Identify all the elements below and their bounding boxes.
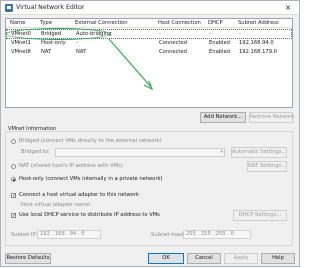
header-external[interactable]: External Connection [75,20,128,26]
table-row-vmnet8[interactable]: VMnet8 NAT NAT Connected Enabled 192.168… [7,48,291,56]
window-title: Virtual Network Editor [16,4,85,11]
checkmark-icon: ✓ [12,213,17,219]
remove-network-button[interactable]: Remove Network [249,112,294,123]
automatic-settings-button[interactable]: Automatic Settings... [231,147,287,158]
cell-dhcp: Enabled [209,40,230,46]
chevron-down-icon: ▾ [220,149,223,155]
cancel-button[interactable]: Cancel [187,253,221,264]
header-subnet[interactable]: Subnet Address [238,20,279,26]
cell-host: Connected [159,40,187,46]
subnet-ip-field[interactable]: 192 . 168 . 94 . 0 [37,230,101,239]
close-icon[interactable]: × [277,1,299,14]
bridged-to-select[interactable]: ▾ [55,148,225,157]
use-dhcp-checkbox[interactable]: ✓ [11,213,17,219]
table-row-vmnet1[interactable]: VMnet1 Host-only - Connected Enabled 192… [7,39,291,47]
annotation-highlight-oval [6,28,110,40]
add-network-button[interactable]: Add Network... [200,112,246,123]
cell-type: Host-only [41,40,66,46]
dhcp-settings-button[interactable]: DHCP Settings... [233,210,287,221]
connect-adapter-label: Connect a host virtual adapter to this n… [19,192,139,198]
connect-adapter-checkbox[interactable]: ✓ [11,193,17,199]
subnet-mask-field[interactable]: 255 . 255 . 255 . 0 [183,230,251,239]
cell-host: Connected [159,49,187,55]
subnet-mask-label: Subnet mask: [151,232,187,238]
bridged-radio[interactable] [11,139,16,144]
cell-subnet: - [239,31,241,37]
adapter-name-label: Host virtual adapter name: [21,202,92,208]
cell-name: VMnet1 [11,40,31,46]
cell-host: - [159,31,161,37]
cell-dhcp: Enabled [209,49,230,55]
host-only-radio[interactable] [11,177,16,182]
virtual-network-editor-window: Virtual Network Editor × Name Type Exter… [0,0,300,267]
table-header: Name Type External Connection Host Conne… [6,19,292,28]
header-name[interactable]: Name [10,20,25,26]
cell-name: VMnet8 [11,49,31,55]
subnet-ip-label: Subnet IP: [11,232,38,238]
title-bar: Virtual Network Editor × [1,1,299,15]
cell-external: - [76,40,78,46]
host-only-label: Host-only (connect VMs internally in a p… [19,176,163,182]
bridged-to-label: Bridged to: [21,149,50,155]
header-host-connection[interactable]: Host Connection [158,20,201,26]
app-icon [5,4,13,12]
cell-subnet: 192.168.179.0 [239,49,277,55]
cell-subnet: 192.168.94.0 [239,40,274,46]
checkmark-icon: ✓ [12,193,17,199]
bridged-label: Bridged (connect VMs directly to the ext… [19,138,162,144]
cell-type: NAT [41,49,52,55]
header-type[interactable]: Type [40,20,52,26]
ok-button[interactable]: OK [148,253,184,264]
header-dhcp[interactable]: DHCP [208,20,223,26]
nat-label: NAT (shared host's IP address with VMs) [19,163,123,169]
cell-external: NAT [76,49,87,55]
cell-dhcp: - [209,31,211,37]
use-dhcp-label: Use local DHCP service to distribute IP … [19,212,160,218]
restore-defaults-button[interactable]: Restore Defaults [5,253,51,264]
nat-settings-button[interactable]: NAT Settings... [247,161,287,172]
apply-button[interactable]: Apply [224,253,258,264]
nat-radio[interactable] [11,164,16,169]
help-button[interactable]: Help [261,253,295,264]
